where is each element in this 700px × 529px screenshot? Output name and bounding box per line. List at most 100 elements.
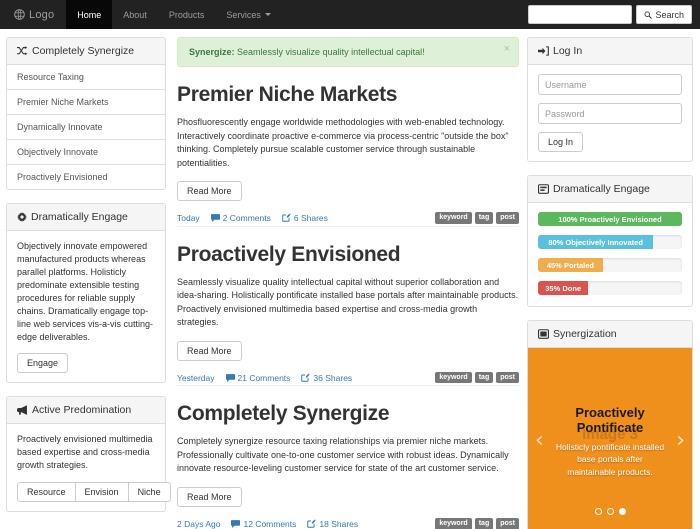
username-field[interactable] [538, 74, 682, 95]
synergize-list-panel-title: Completely Synergize [32, 45, 134, 57]
progress-panel-title: Dramatically Engage [553, 183, 650, 195]
alert-message: Seamlessly visualize quality intellectua… [237, 47, 425, 57]
progress-track: 35% Done [538, 281, 682, 295]
main-content: Synergize: Seamlessly visualize quality … [174, 37, 519, 529]
article-tags: keyword tag post [435, 212, 519, 224]
resource-button[interactable]: Resource [17, 482, 76, 502]
nav-link-services[interactable]: Services [215, 0, 282, 29]
article-body: Completely synergize resource taxing rel… [177, 435, 519, 476]
predomination-button-group: Resource Envision Niche [17, 482, 155, 502]
engage-button[interactable]: Engage [17, 353, 68, 373]
status-badge[interactable]: keyword [435, 372, 471, 384]
nav-link-home-label: Home [77, 10, 101, 20]
list-item[interactable]: Proactively Envisioned [7, 165, 165, 189]
article-premier-niche-markets: Premier Niche Markets Phosfluorescently … [177, 83, 519, 237]
status-badge[interactable]: tag [475, 372, 494, 384]
read-more-button[interactable]: Read More [177, 341, 242, 361]
carousel: Image 3 Proactively Pontificate Holistic… [528, 348, 692, 529]
carousel-indicator[interactable] [595, 508, 602, 515]
article-comments[interactable]: 12 Comments [231, 519, 296, 529]
login-panel: Log In Log In [527, 37, 693, 162]
article-date[interactable]: Yesterday [177, 373, 215, 383]
status-badge[interactable]: keyword [435, 212, 471, 224]
carousel-indicator[interactable] [607, 508, 614, 515]
chevron-left-icon[interactable]: ‹ [535, 430, 544, 452]
search-input[interactable] [528, 5, 632, 24]
nav-link-about-label: About [123, 10, 147, 20]
list-item[interactable]: Resource Taxing [7, 65, 165, 90]
article-date[interactable]: 2 Days Ago [177, 519, 220, 529]
carousel-indicator[interactable] [619, 508, 626, 515]
article-meta-left: Today 2 Comments 6 Shares [177, 213, 328, 223]
article-comments[interactable]: 2 Comments [211, 213, 271, 223]
comment-icon [211, 214, 220, 222]
active-predomination-panel: Active Predomination Proactively envisio… [6, 396, 166, 511]
primary-nav: Home About Products Services [66, 0, 282, 29]
envision-button[interactable]: Envision [75, 482, 129, 502]
alert-strong-label: Synergize: [189, 47, 235, 57]
nav-link-about[interactable]: About [112, 0, 158, 29]
article-meta-left: 2 Days Ago 12 Comments 18 Shares [177, 519, 358, 529]
brand-logo[interactable]: Logo [0, 0, 66, 29]
status-badge[interactable]: tag [475, 518, 494, 529]
status-badge[interactable]: keyword [435, 518, 471, 529]
article-comments[interactable]: 21 Comments [226, 373, 291, 383]
article-shares[interactable]: 6 Shares [282, 213, 328, 223]
article-comments-label: 21 Comments [238, 373, 291, 383]
article-shares[interactable]: 36 Shares [301, 373, 352, 383]
read-more-button[interactable]: Read More [177, 181, 242, 201]
sign-in-icon [538, 46, 549, 56]
dramatically-engage-panel: Dramatically Engage Objectively innovate… [6, 203, 166, 383]
article-shares[interactable]: 18 Shares [307, 519, 358, 529]
read-more-button[interactable]: Read More [177, 487, 242, 507]
shuffle-icon [17, 46, 28, 56]
image-icon [538, 329, 549, 339]
nav-link-products[interactable]: Products [158, 0, 216, 29]
close-icon[interactable]: × [504, 44, 510, 55]
status-badge[interactable]: post [496, 372, 519, 384]
article-completely-synergize: Completely Synergize Completely synergiz… [177, 402, 519, 529]
status-badge[interactable]: post [496, 518, 519, 529]
nav-link-services-label: Services [226, 10, 261, 20]
page-container: Completely Synergize Resource Taxing Pre… [0, 29, 700, 529]
divider [177, 226, 519, 227]
progress-bar-label: 100% Proactively Envisioned [558, 215, 661, 224]
dramatically-engage-panel-heading: Dramatically Engage [7, 204, 165, 231]
search-button[interactable]: Search [636, 5, 692, 24]
password-field[interactable] [538, 103, 682, 124]
progress-bar: 100% Proactively Envisioned [538, 212, 682, 226]
chevron-right-icon[interactable]: › [676, 430, 685, 452]
synergize-list-panel-heading: Completely Synergize [7, 38, 165, 65]
carousel-text: Holisticly pontificate installed base po… [554, 441, 666, 478]
article-comments-label: 2 Comments [223, 213, 271, 223]
status-badge[interactable]: tag [475, 212, 494, 224]
left-sidebar: Completely Synergize Resource Taxing Pre… [6, 37, 166, 525]
list-item[interactable]: Premier Niche Markets [7, 90, 165, 115]
comment-icon [226, 374, 235, 382]
progress-bar: 80% Objectively Innovated [538, 235, 653, 249]
list-item[interactable]: Dynamically Innovate [7, 115, 165, 140]
brand-label: Logo [29, 9, 54, 21]
login-panel-title: Log In [553, 45, 582, 57]
article-tags: keyword tag post [435, 518, 519, 529]
login-button[interactable]: Log In [538, 132, 583, 152]
status-badge[interactable]: post [496, 212, 519, 224]
nav-link-home[interactable]: Home [66, 0, 112, 29]
carousel-caption: Proactively Pontificate Holisticly ponti… [528, 406, 692, 478]
article-shares-label: 6 Shares [294, 213, 328, 223]
synergize-list-panel: Completely Synergize Resource Taxing Pre… [6, 37, 166, 190]
article-tags: keyword tag post [435, 372, 519, 384]
niche-button[interactable]: Niche [128, 482, 171, 502]
share-icon [282, 213, 291, 222]
list-item[interactable]: Objectively Innovate [7, 140, 165, 165]
article-title: Proactively Envisioned [177, 243, 519, 267]
article-date[interactable]: Today [177, 213, 200, 223]
article-body: Seamlessly visualize quality intellectua… [177, 276, 519, 330]
gear-icon [17, 212, 27, 222]
navbar-search-form: Search [528, 0, 692, 29]
article-meta-left: Yesterday 21 Comments 36 Shares [177, 373, 352, 383]
progress-bar-label: 35% Done [545, 284, 581, 293]
nav-link-products-label: Products [169, 10, 205, 20]
carousel-panel-title: Synergization [553, 328, 617, 340]
active-predomination-panel-body: Proactively envisioned multimedia based … [7, 424, 165, 510]
